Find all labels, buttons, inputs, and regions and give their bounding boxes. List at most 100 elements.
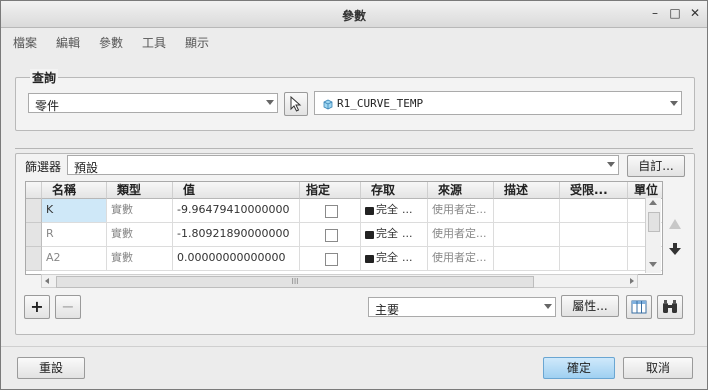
table-cell-description[interactable] [494, 223, 560, 247]
scroll-up-icon[interactable] [649, 200, 657, 205]
table-cell-restricted[interactable] [560, 223, 628, 247]
filter-value: 預設 [74, 161, 99, 175]
footer-divider [1, 346, 707, 347]
columns-button[interactable] [626, 295, 652, 319]
row-header[interactable] [26, 199, 42, 223]
find-button[interactable] [657, 295, 683, 319]
minimize-icon[interactable]: – [647, 5, 663, 21]
menu-display[interactable]: 顯示 [185, 34, 209, 51]
maximize-icon[interactable]: □ [667, 5, 683, 21]
table-cell-value[interactable]: -1.80921890000000 [173, 223, 300, 247]
chevron-down-icon [670, 101, 678, 106]
designated-checkbox[interactable] [325, 253, 338, 266]
table-cell-type[interactable]: 實數 [107, 223, 173, 247]
ok-button[interactable]: 確定 [543, 357, 615, 379]
window-title: 參數 [341, 9, 366, 23]
table-cell-value[interactable]: 0.00000000000000 [173, 247, 300, 271]
filter-combo[interactable]: 預設 [67, 155, 619, 175]
horizontal-scrollbar[interactable]: III [41, 274, 638, 288]
filter-label: 篩選器 [25, 160, 62, 174]
table-cell-designated[interactable] [300, 199, 361, 223]
table-cell-restricted[interactable] [560, 247, 628, 271]
lookin-value: 零件 [35, 99, 60, 113]
col-header-value[interactable]: 值 [173, 182, 300, 199]
access-label: 完全 [376, 203, 398, 216]
col-header-unit[interactable]: 單位 [628, 182, 662, 199]
object-combo[interactable]: R1_CURVE_TEMP [314, 91, 682, 115]
designated-checkbox[interactable] [325, 229, 338, 242]
horizontal-scroll-thumb[interactable]: III [56, 276, 534, 288]
object-value: R1_CURVE_TEMP [337, 97, 424, 110]
customize-button[interactable]: 自訂... [627, 155, 685, 177]
vertical-scroll-thumb[interactable] [648, 212, 660, 232]
query-legend: 查詢 [30, 69, 59, 86]
scroll-left-icon[interactable] [45, 278, 49, 284]
remove-parameter-button[interactable]: − [55, 295, 81, 319]
lock-icon [365, 231, 374, 239]
table-cell-restricted[interactable] [560, 199, 628, 223]
menu-edit[interactable]: 編輯 [56, 34, 80, 51]
access-label: 完全 [376, 227, 398, 240]
table-cell-type[interactable]: 實數 [107, 199, 173, 223]
table-cell-name[interactable]: R [42, 223, 107, 247]
col-header-type[interactable]: 類型 [107, 182, 173, 199]
lock-icon [365, 207, 374, 215]
menu-parameters[interactable]: 參數 [99, 34, 123, 51]
main-value: 主要 [375, 303, 400, 317]
col-header-restricted[interactable]: 受限... [560, 182, 628, 199]
menu-file[interactable]: 檔案 [13, 34, 37, 51]
parameters-window: 參數 – □ ✕ 檔案 編輯 參數 工具 顯示 查詢 零件 R1_CURVE_T… [0, 0, 708, 390]
reset-button[interactable]: 重設 [17, 357, 85, 379]
col-header-description[interactable]: 描述 [494, 182, 560, 199]
corner-header [26, 182, 42, 199]
part-cube-icon [323, 99, 333, 110]
table-cell-type[interactable]: 實數 [107, 247, 173, 271]
table-cell-name[interactable]: K [42, 199, 107, 223]
separator [15, 148, 693, 149]
lock-icon [365, 255, 374, 263]
table-cell-description[interactable] [494, 247, 560, 271]
move-up-icon[interactable] [669, 219, 681, 229]
col-header-access[interactable]: 存取 [361, 182, 428, 199]
chevron-down-icon [607, 162, 615, 167]
designated-checkbox[interactable] [325, 205, 338, 218]
main-combo[interactable]: 主要 [368, 297, 556, 317]
table-cell-source[interactable]: 使用者定... [428, 247, 494, 271]
row-header[interactable] [26, 247, 42, 271]
access-more: ... [402, 203, 413, 216]
table-cell-source[interactable]: 使用者定... [428, 223, 494, 247]
arrow-cursor-icon [290, 95, 302, 112]
col-header-source[interactable]: 來源 [428, 182, 494, 199]
table-cell-source[interactable]: 使用者定... [428, 199, 494, 223]
chevron-down-icon [544, 304, 552, 309]
access-label: 完全 [376, 251, 398, 264]
table-cell-access[interactable]: 完全... [361, 223, 428, 247]
table-cell-access[interactable]: 完全... [361, 247, 428, 271]
properties-button[interactable]: 屬性... [561, 295, 619, 317]
cancel-button[interactable]: 取消 [623, 357, 693, 379]
add-parameter-button[interactable]: + [24, 295, 50, 319]
scroll-right-icon[interactable] [630, 278, 634, 284]
move-down-icon[interactable] [669, 243, 681, 255]
scroll-down-icon[interactable] [649, 262, 657, 267]
binoculars-icon [663, 300, 677, 313]
table-cell-access[interactable]: 完全... [361, 199, 428, 223]
table-columns-icon [631, 300, 647, 314]
lookin-combo[interactable]: 零件 [28, 93, 278, 113]
table-cell-designated[interactable] [300, 247, 361, 271]
row-header[interactable] [26, 223, 42, 247]
select-object-button[interactable] [284, 92, 308, 116]
col-header-name[interactable]: 名稱 [42, 182, 107, 199]
col-header-designated[interactable]: 指定 [300, 182, 361, 199]
menu-bar: 檔案 編輯 參數 工具 顯示 [1, 28, 707, 54]
table-cell-value[interactable]: -9.96479410000000 [173, 199, 300, 223]
chevron-down-icon [266, 100, 274, 105]
vertical-scrollbar[interactable] [645, 198, 661, 273]
table-cell-description[interactable] [494, 199, 560, 223]
close-icon[interactable]: ✕ [687, 5, 703, 21]
table-cell-designated[interactable] [300, 223, 361, 247]
table-cell-name[interactable]: A2 [42, 247, 107, 271]
access-more: ... [402, 227, 413, 240]
parameters-table: 名稱 類型 值 指定 存取 來源 描述 受限... 單位 K 實數 -9.964… [25, 181, 663, 275]
menu-tools[interactable]: 工具 [142, 34, 166, 51]
